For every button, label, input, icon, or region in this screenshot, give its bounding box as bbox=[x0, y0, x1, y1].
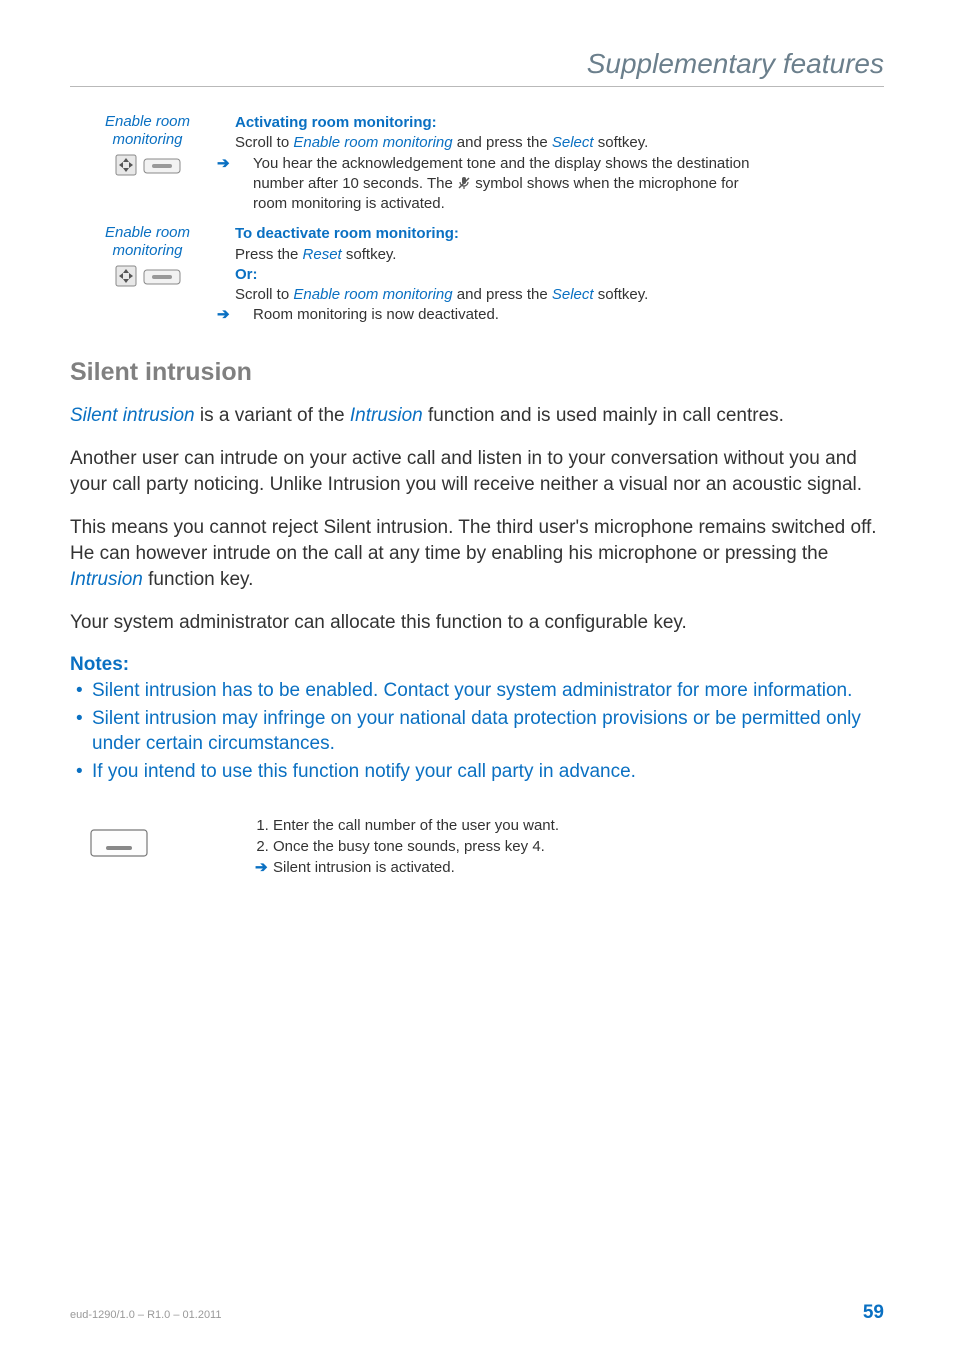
nav-key-icon bbox=[114, 153, 138, 177]
activate-icons bbox=[70, 153, 225, 177]
notes-item: If you intend to use this function notif… bbox=[70, 759, 884, 785]
text: Press the bbox=[235, 246, 303, 263]
deactivate-room-monitoring-row: Enable room monitoring bbox=[70, 224, 884, 325]
text: Room monitoring is now deactivated. bbox=[253, 306, 499, 323]
notes-box: Notes: Silent intrusion has to be enable… bbox=[70, 654, 884, 785]
activate-left-label: Enable room monitoring bbox=[70, 113, 225, 149]
deactivate-icons bbox=[70, 264, 225, 288]
term-enable-room-monitoring: Enable room monitoring bbox=[293, 134, 452, 151]
notes-item: Silent intrusion has to be enabled. Cont… bbox=[70, 678, 884, 704]
term-intrusion: Intrusion bbox=[350, 405, 423, 426]
phone-key-icon bbox=[90, 829, 148, 878]
text: softkey. bbox=[342, 246, 397, 263]
page-footer: eud-1290/1.0 – R1.0 – 01.2011 59 bbox=[70, 1302, 884, 1324]
page-header: Supplementary features bbox=[70, 48, 884, 87]
notes-title: Notes: bbox=[70, 654, 884, 676]
text: is a variant of the bbox=[195, 405, 350, 426]
notes-list: Silent intrusion has to be enabled. Cont… bbox=[70, 678, 884, 785]
deactivate-heading: To deactivate room monitoring: bbox=[235, 224, 884, 244]
activate-line1: Scroll to Enable room monitoring and pre… bbox=[235, 133, 884, 153]
term-silent-intrusion: Silent intrusion bbox=[70, 405, 195, 426]
activate-result-line-a: ➔You hear the acknowledgement tone and t… bbox=[235, 154, 884, 174]
text: function and is used mainly in call cent… bbox=[423, 405, 784, 426]
term-select: Select bbox=[552, 286, 594, 303]
text: softkey. bbox=[594, 286, 649, 303]
activate-result-line-c: room monitoring is activated. bbox=[235, 194, 884, 214]
microphone-mute-icon bbox=[457, 175, 475, 192]
silent-intrusion-heading: Silent intrusion bbox=[70, 358, 884, 387]
header-title: Supplementary features bbox=[70, 48, 884, 80]
text: symbol shows when the microphone for bbox=[475, 175, 738, 192]
text: number after 10 seconds. The bbox=[253, 175, 457, 192]
text: This means you cannot reject Silent intr… bbox=[70, 517, 877, 564]
deactivate-result-line: ➔Room monitoring is now deactivated. bbox=[235, 305, 884, 325]
deactivate-line2: Scroll to Enable room monitoring and pre… bbox=[235, 285, 884, 305]
term-intrusion: Intrusion bbox=[70, 569, 143, 590]
text: You hear the acknowledgement tone and th… bbox=[253, 155, 749, 172]
step-item: Once the busy tone sounds, press key 4. bbox=[273, 836, 884, 857]
steps-list: Enter the call number of the user you wa… bbox=[255, 815, 884, 857]
silent-intrusion-p1: Silent intrusion is a variant of the Int… bbox=[70, 403, 884, 429]
footer-page-number: 59 bbox=[863, 1302, 884, 1324]
arrow-icon: ➔ bbox=[235, 305, 253, 325]
steps-block: Enter the call number of the user you wa… bbox=[70, 815, 884, 878]
notes-item: Silent intrusion may infringe on your na… bbox=[70, 706, 884, 757]
silent-intrusion-p2: Another user can intrude on your active … bbox=[70, 446, 884, 497]
softkey-icon bbox=[142, 153, 182, 177]
step-item: Enter the call number of the user you wa… bbox=[273, 815, 884, 836]
text: and press the bbox=[453, 134, 552, 151]
arrow-icon: ➔ bbox=[255, 857, 273, 878]
term-enable-room-monitoring: Enable room monitoring bbox=[293, 286, 452, 303]
term-select: Select bbox=[552, 134, 594, 151]
nav-key-icon bbox=[114, 264, 138, 288]
silent-intrusion-p3: This means you cannot reject Silent intr… bbox=[70, 515, 884, 592]
activate-room-monitoring-row: Enable room monitoring bbox=[70, 113, 884, 214]
text: Silent intrusion is activated. bbox=[273, 859, 455, 876]
activate-result-line-b: number after 10 seconds. The symbol show… bbox=[235, 174, 884, 194]
softkey-icon bbox=[142, 264, 182, 288]
text: Scroll to bbox=[235, 134, 293, 151]
text: and press the bbox=[453, 286, 552, 303]
term-reset: Reset bbox=[303, 246, 342, 263]
text: softkey. bbox=[594, 134, 649, 151]
deactivate-line1: Press the Reset softkey. bbox=[235, 245, 884, 265]
deactivate-left-label: Enable room monitoring bbox=[70, 224, 225, 260]
or-label: Or: bbox=[235, 265, 884, 285]
arrow-icon: ➔ bbox=[235, 154, 253, 174]
text: Scroll to bbox=[235, 286, 293, 303]
text: function key. bbox=[143, 569, 254, 590]
silent-intrusion-p4: Your system administrator can allocate t… bbox=[70, 610, 884, 636]
activate-heading: Activating room monitoring: bbox=[235, 113, 884, 133]
footer-doc-id: eud-1290/1.0 – R1.0 – 01.2011 bbox=[70, 1309, 221, 1321]
steps-result-line: ➔Silent intrusion is activated. bbox=[255, 857, 884, 878]
